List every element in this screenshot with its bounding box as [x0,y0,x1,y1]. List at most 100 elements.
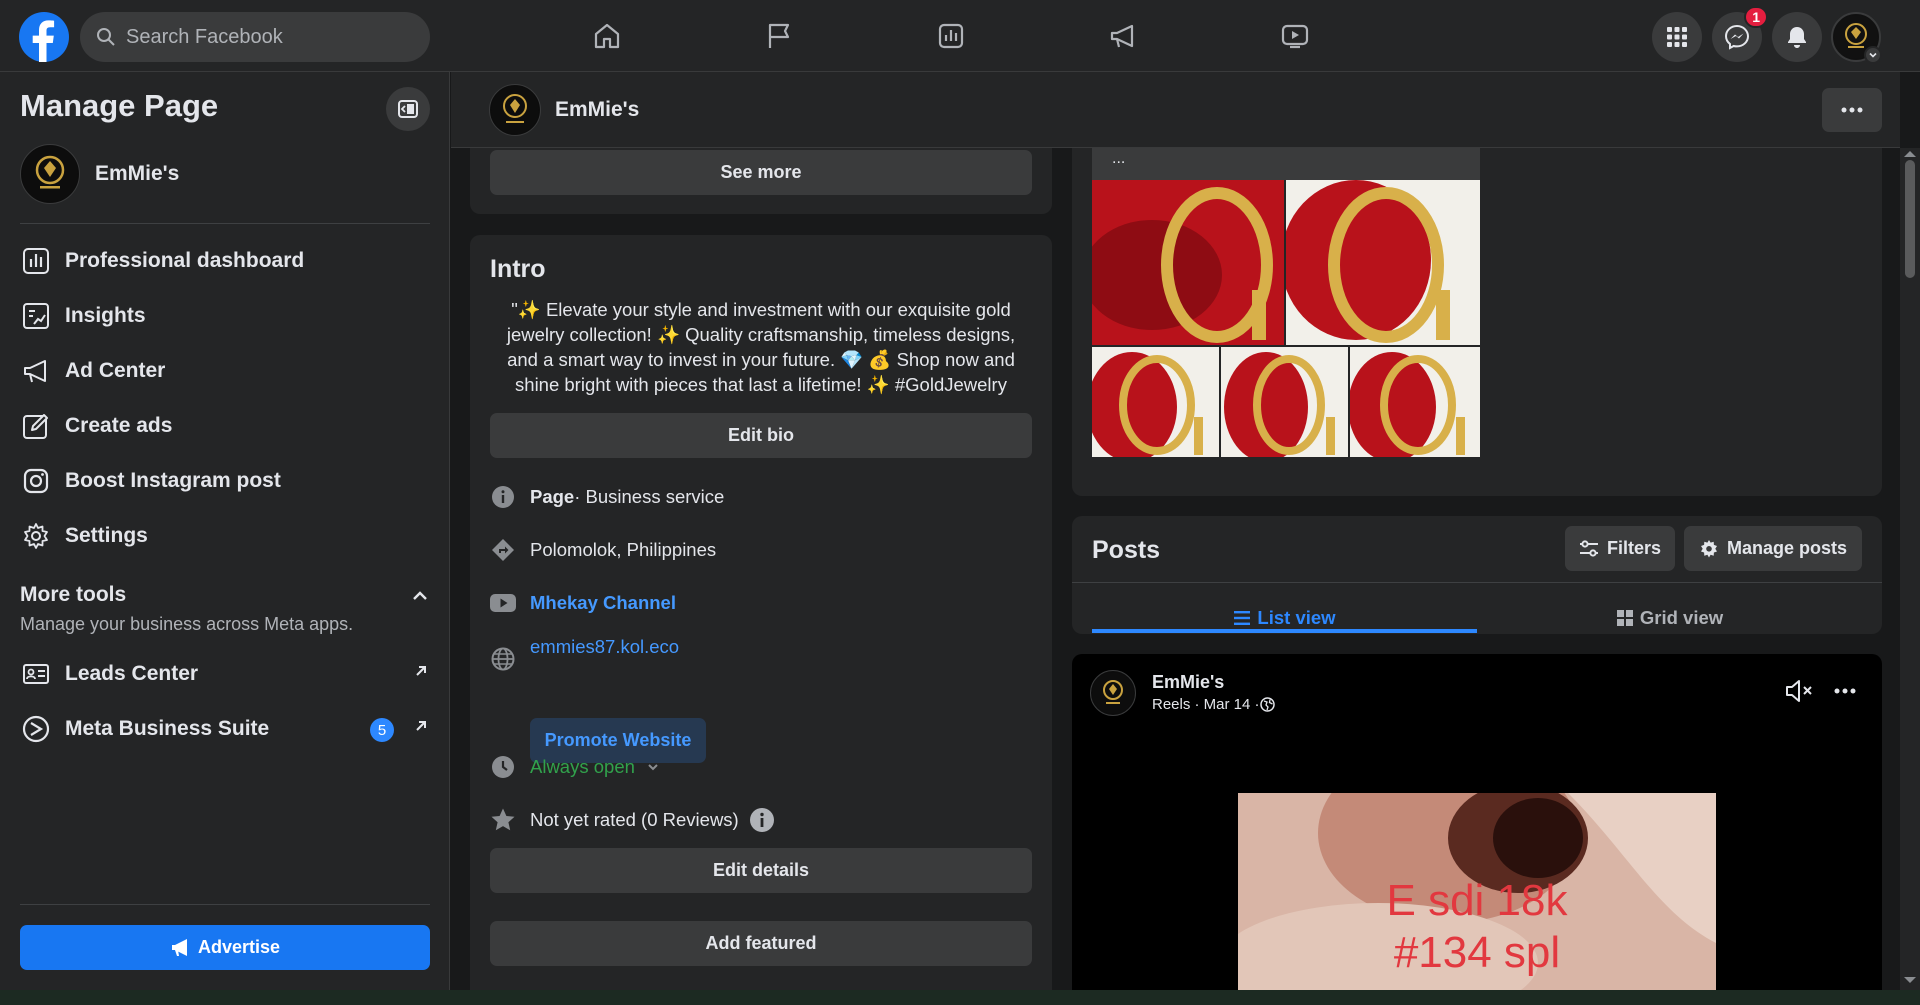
youtube-channel-link[interactable]: Mhekay Channel [530,592,676,614]
tab-list-view[interactable]: List view [1092,594,1477,642]
search-icon [97,28,115,46]
tab-grid-view[interactable]: Grid view [1477,594,1862,642]
rating-row: Not yet rated (0 Reviews) [490,807,775,833]
insights-icon[interactable] [931,16,971,56]
sidebar-item-ad-center[interactable]: Ad Center [20,345,430,397]
category-value: · Business service [574,486,725,507]
website-row: emmies87.kol.eco [490,636,679,672]
grid-icon [1616,610,1633,626]
sidebar-item-boost-instagram-post[interactable]: Boost Instagram post [20,455,430,507]
sidebar-item-label: Boost Instagram post [65,469,281,492]
reel-video[interactable]: E sdi 18k #134 spl [1238,793,1716,990]
sidebar-item-meta-business-suite[interactable]: Meta Business Suite 5 [20,703,430,755]
post-author-avatar[interactable] [1090,670,1136,716]
post-meta-text: Reels · Mar 14 · [1152,696,1260,713]
search-bar[interactable]: Search Facebook [80,12,430,62]
messenger-badge: 1 [1744,6,1768,28]
gear-icon [1700,539,1717,557]
add-featured-button[interactable]: Add featured [490,921,1032,966]
edit-bio-button[interactable]: Edit bio [490,413,1032,458]
advertise-label: Advertise [197,937,281,957]
advertise-button[interactable]: Advertise [20,925,430,970]
megaphone-icon [20,355,52,387]
manage-page-sidebar: Manage Page EmMie's Professional dashboa… [0,72,450,990]
youtube-icon [490,590,516,616]
messenger-button[interactable]: 1 [1712,6,1768,62]
sidebar-item-label: Settings [65,524,148,547]
website-link[interactable]: emmies87.kol.eco [530,636,679,658]
hours-row[interactable]: Always open [490,754,661,780]
pencil-icon [20,410,52,442]
chevron-up-icon[interactable] [410,586,430,606]
category-row: Page · Business service [490,484,724,510]
megaphone-icon [171,938,187,956]
sidebar-item-insights[interactable]: Insights [20,290,430,342]
sidebar-item-label: Meta Business Suite [65,717,270,740]
edit-details-button[interactable]: Edit details [490,848,1032,893]
filters-label: Filters [1606,538,1661,558]
search-input[interactable]: Search Facebook [126,26,283,49]
more-tools-heading[interactable]: More tools [20,583,126,607]
bracelet-photo[interactable] [1221,347,1348,457]
list-icon [1234,611,1251,625]
chevron-down-icon [648,764,658,771]
scroll-down-arrow-icon[interactable] [1903,976,1917,984]
filters-button[interactable]: Filters [1565,526,1675,571]
sidebar-item-settings[interactable]: Settings [20,510,430,562]
page-header-bar: EmMie's [451,72,1900,148]
flag-icon[interactable] [759,16,799,56]
sidebar-title: Manage Page [20,88,219,123]
post-author-name[interactable]: EmMie's [1152,672,1224,693]
reel-overlay-text-2: #134 spl [1393,928,1561,977]
bracelet-photo[interactable] [1092,180,1284,345]
rating-value: Not yet rated (0 Reviews) [530,809,739,830]
scroll-up-arrow-icon[interactable] [1903,150,1917,158]
see-more-button[interactable]: See more [490,150,1032,195]
post-text-ellipsis: ... [1112,150,1126,167]
intro-card: Intro "✨ Elevate your style and investme… [470,235,1052,990]
meta-suite-icon [20,713,52,745]
megaphone-icon[interactable] [1103,16,1143,56]
sidebar-item-professional-dashboard[interactable]: Professional dashboard [20,235,430,287]
manage-posts-button[interactable]: Manage posts [1684,526,1862,571]
active-tab-indicator [1092,629,1477,633]
info-icon[interactable] [749,807,775,833]
notifications-bell-icon[interactable] [1772,12,1822,62]
post-more-options-icon[interactable] [1834,688,1856,694]
sidebar-page-profile[interactable]: EmMie's [20,144,179,204]
sidebar-item-leads-center[interactable]: Leads Center [20,648,430,700]
photo-post-card: ... [1072,148,1882,496]
post-text-strip: ... [1092,148,1480,180]
page-avatar[interactable] [489,84,541,136]
scrollbar-thumb[interactable] [1905,160,1915,278]
filters-icon [1579,539,1598,557]
sidebar-item-create-ads[interactable]: Create ads [20,400,430,452]
external-link-icon [412,717,430,735]
tab-label: Grid view [1639,607,1724,628]
bracelet-photo[interactable] [1350,347,1480,457]
page-name[interactable]: EmMie's [555,98,639,122]
more-options-icon[interactable] [1822,88,1882,132]
video-icon[interactable] [1275,16,1315,56]
collapse-sidebar-icon[interactable] [386,87,430,131]
facebook-logo-icon[interactable] [19,12,69,62]
reel-post-card: EmMie's Reels · Mar 14 · E sdi 18k #134 … [1072,654,1882,990]
menu-grid-icon[interactable] [1652,12,1702,62]
category-prefix: Page [530,486,575,507]
hours-value: Always open [530,756,635,777]
divider [20,223,430,224]
bracelet-photo[interactable] [1286,180,1480,345]
divider [1072,582,1882,583]
os-taskbar [0,990,1920,1005]
tab-label: List view [1257,607,1336,628]
bracelet-photo[interactable] [1092,347,1219,457]
account-chevron-down-icon[interactable] [1864,46,1882,64]
home-icon[interactable] [587,16,627,56]
mute-icon[interactable] [1784,678,1814,704]
sidebar-item-label: Insights [65,304,146,327]
sidebar-item-label: Create ads [65,414,173,437]
messenger-icon [1724,24,1750,50]
star-icon [490,807,516,833]
external-link-icon [412,662,430,680]
notification-badge: 5 [370,718,394,742]
